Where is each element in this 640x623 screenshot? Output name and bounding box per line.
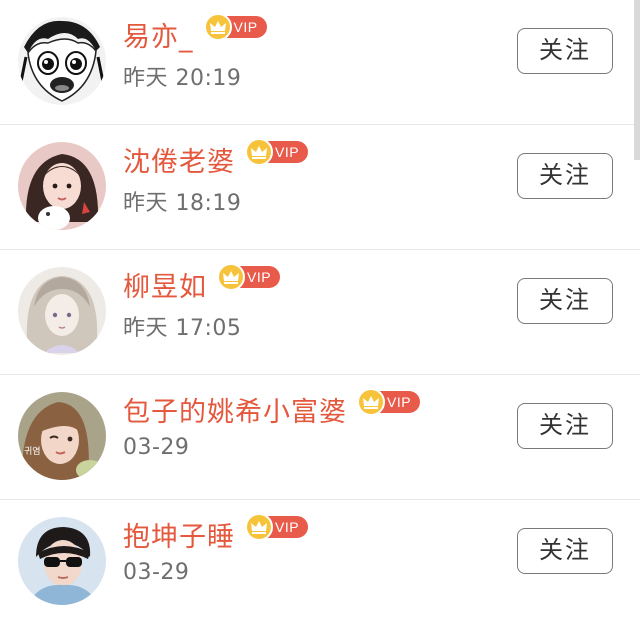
follow-button[interactable]: 关注 [517,28,613,74]
crown-icon [245,138,273,166]
scrollbar[interactable] [634,0,640,160]
list-item[interactable]: 抱坤子睡 VIP 03-29 关注 [0,500,640,623]
timestamp: 昨天 20:19 [123,66,242,91]
follow-button[interactable]: 关注 [517,278,613,324]
name-line: 包子的姚希小富婆 VIP [123,388,421,429]
name-line: 易亦_ VIP [123,13,267,54]
name-line: 柳昱如 VIP [123,263,281,304]
avatar[interactable] [18,17,106,105]
vip-badge: VIP [203,13,267,41]
name-line: 沈倦老婆 VIP [123,138,309,179]
user-name[interactable]: 包子的姚希小富婆 [123,390,347,429]
user-name[interactable]: 抱坤子睡 [123,515,235,554]
timestamp: 昨天 18:19 [123,191,242,216]
avatar[interactable]: 귀염 [18,392,106,480]
list-item[interactable]: 易亦_ VIP 昨天 20:19 关注 [0,0,640,125]
avatar[interactable] [18,267,106,355]
svg-text:귀염: 귀염 [24,446,41,457]
user-list: 易亦_ VIP 昨天 20:19 关注 沈倦老婆 VIP 昨天 18:19 关注… [0,0,640,623]
avatar[interactable] [18,517,106,605]
timestamp: 昨天 17:05 [123,316,242,341]
vip-badge: VIP [357,388,421,416]
crown-icon [357,388,385,416]
timestamp: 03-29 [123,560,190,585]
user-name[interactable]: 易亦_ [123,15,194,54]
user-name[interactable]: 柳昱如 [123,265,207,304]
follow-button[interactable]: 关注 [517,153,613,199]
name-line: 抱坤子睡 VIP [123,513,309,554]
follow-button[interactable]: 关注 [517,528,613,574]
timestamp: 03-29 [123,435,190,460]
list-item[interactable]: 沈倦老婆 VIP 昨天 18:19 关注 [0,125,640,250]
crown-icon [203,13,232,41]
follow-button[interactable]: 关注 [517,403,613,449]
crown-icon [245,513,273,541]
user-name[interactable]: 沈倦老婆 [123,140,235,179]
vip-badge: VIP [245,138,309,166]
crown-icon [217,263,245,291]
list-item[interactable]: 귀염 包子的姚希小富婆 VIP 03-29 关注 [0,375,640,500]
list-item[interactable]: 柳昱如 VIP 昨天 17:05 关注 [0,250,640,375]
vip-badge: VIP [245,513,309,541]
avatar[interactable] [18,142,106,230]
vip-badge: VIP [217,263,281,291]
